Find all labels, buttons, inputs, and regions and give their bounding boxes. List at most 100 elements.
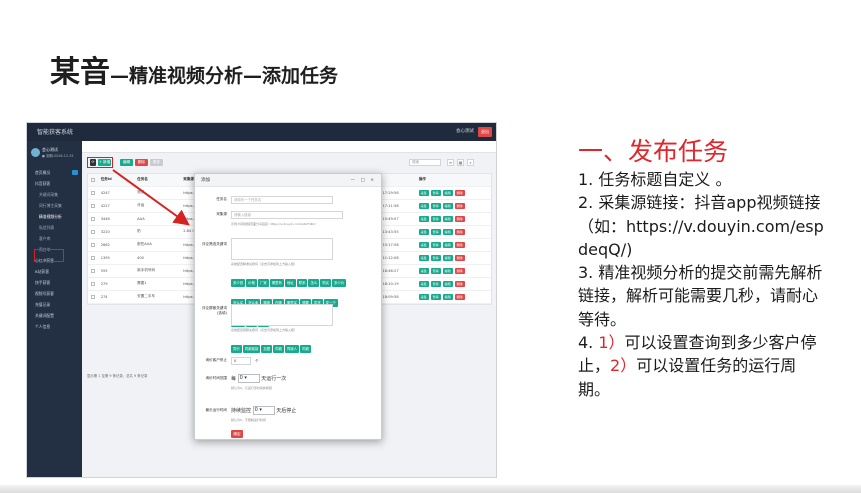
column-header[interactable]: 操作 (415, 174, 491, 187)
sidebar-item-10[interactable]: 快手获客 (27, 277, 82, 288)
row-action-button[interactable]: 暂停 (430, 254, 441, 261)
sidebar-item-2[interactable]: 关键词采集 (27, 189, 82, 200)
modal-window-controls[interactable]: — □ × (351, 174, 376, 187)
column-header[interactable]: 任务id (97, 174, 135, 187)
column-header[interactable]: 任务名 (134, 174, 181, 187)
sidebar-item-4[interactable]: 精准视频分析 (27, 211, 82, 222)
list-icon[interactable]: ≡ (447, 159, 454, 166)
row-action-button[interactable]: 暂停 (430, 189, 441, 196)
row-checkbox[interactable] (88, 225, 98, 239)
row-checkbox[interactable] (88, 238, 98, 252)
row-action-button[interactable]: 暂停 (430, 280, 441, 287)
sidebar-item-6[interactable]: 客户库 (27, 233, 82, 244)
row-action-button[interactable]: 编辑 (442, 293, 453, 300)
row-action-button[interactable]: 编辑 (442, 228, 453, 235)
row-action-button[interactable]: 编辑 (442, 254, 453, 261)
delete-button[interactable]: 删除 (135, 159, 148, 166)
sidebar-item-9[interactable]: B站获客 (27, 266, 82, 277)
keyword-chip[interactable]: 哪里有 (269, 279, 284, 287)
row-checkbox[interactable] (88, 251, 98, 265)
keyword-chip[interactable]: 怎么 (308, 279, 320, 287)
row-action-button[interactable]: 暂停 (430, 293, 441, 300)
refresh-button[interactable]: ⟳ (90, 159, 96, 166)
row-action-button[interactable]: 采集 (418, 267, 429, 274)
search-icon[interactable]: ⌕ (467, 159, 474, 166)
keyword-chip[interactable]: 地址 (284, 279, 296, 287)
row-action-button[interactable]: 采集 (418, 293, 429, 300)
keyword-chip[interactable]: 价格 (246, 279, 257, 287)
row-action-button[interactable]: 采集 (418, 202, 429, 209)
more-button[interactable]: 更多 (150, 159, 163, 166)
row-action-button[interactable]: 编辑 (442, 241, 453, 248)
row-action-button[interactable]: 采集 (418, 254, 429, 261)
keyword-chip[interactable]: 厂家 (257, 279, 269, 287)
row-action-button[interactable]: 编辑 (442, 280, 453, 287)
row-action-button[interactable]: 删除 (454, 202, 465, 209)
exclude-kw-textarea[interactable] (231, 304, 333, 326)
keyword-chip[interactable]: 同款链接 (242, 345, 261, 353)
cycle-select[interactable]: 0 ▾ (237, 374, 260, 383)
row-action-button[interactable]: 暂停 (430, 215, 441, 222)
top-user-name[interactable]: 会心测试 (456, 128, 474, 134)
exit-button[interactable]: 退出 (478, 127, 492, 137)
row-checkbox[interactable] (88, 199, 98, 213)
sidebar-item-0[interactable]: 首页概况 (27, 167, 82, 178)
comment-kw-textarea[interactable] (231, 238, 333, 260)
row-action-button[interactable]: 删除 (454, 254, 465, 261)
row-action-button[interactable]: 编辑 (442, 267, 453, 274)
row-action-button[interactable]: 编辑 (442, 202, 453, 209)
row-checkbox[interactable] (88, 290, 98, 304)
keyword-chip[interactable]: 联系 (296, 279, 308, 287)
row-action-button[interactable]: 采集 (418, 215, 429, 222)
keyword-chip[interactable]: 购买 (320, 279, 332, 287)
select-all-checkbox[interactable] (88, 174, 98, 187)
keyword-chip[interactable]: 同行 (231, 345, 242, 353)
source-input[interactable]: 请输入链接 (231, 211, 343, 219)
row-action-button[interactable]: 删除 (454, 215, 465, 222)
sidebar-item-13[interactable]: 关键词配置 (27, 310, 82, 321)
add-button[interactable]: + 新增 (98, 159, 111, 166)
sidebar-item-12[interactable]: 充值记录 (27, 299, 82, 310)
row-action-button[interactable]: 暂停 (430, 228, 441, 235)
row-action-button[interactable]: 删除 (454, 293, 465, 300)
keyword-chip[interactable]: 多少钱 (231, 279, 246, 287)
row-action-button[interactable]: 采集 (418, 189, 429, 196)
keyword-chip[interactable]: 同城 (300, 345, 311, 353)
row-action-button[interactable]: 暂停 (430, 202, 441, 209)
edit-button[interactable]: 编辑 (120, 159, 133, 166)
row-action-button[interactable]: 暂停 (430, 267, 441, 274)
keyword-chip[interactable]: 加盟 (261, 345, 273, 353)
avatar (31, 148, 40, 157)
search-input[interactable]: 搜索 (409, 159, 441, 166)
row-actions: 采集 暂停 编辑 删除 (415, 186, 491, 200)
row-action-button[interactable]: 采集 (418, 241, 429, 248)
task-name-input[interactable]: 请填写一个任务名 (231, 196, 333, 204)
row-action-button[interactable]: 编辑 (442, 189, 453, 196)
row-checkbox[interactable] (88, 277, 98, 291)
row-action-button[interactable]: 删除 (454, 189, 465, 196)
explanation-panel: 一、发布任务 1. 任务标题自定义 。 2. 采集源链接：抖音app视频链接（如… (578, 137, 828, 401)
row-action-button[interactable]: 暂停 (430, 241, 441, 248)
row-action-button[interactable]: 删除 (454, 241, 465, 248)
row-action-button[interactable]: 编辑 (442, 215, 453, 222)
keyword-chip[interactable]: 同城 (273, 345, 284, 353)
row-checkbox[interactable] (88, 212, 98, 226)
row-action-button[interactable]: 删除 (454, 228, 465, 235)
submit-button[interactable]: 确定 (231, 430, 243, 438)
row-action-button[interactable]: 删除 (454, 267, 465, 274)
stop-input[interactable]: 0 (231, 357, 251, 365)
row-action-button[interactable]: 删除 (454, 280, 465, 287)
keyword-chip[interactable]: 同城人 (284, 345, 300, 353)
keyword-chip[interactable]: 多少价 (332, 279, 347, 287)
sidebar-item-1[interactable]: 抖音获客 (27, 178, 82, 189)
sidebar-item-3[interactable]: 同行博主采集 (27, 200, 82, 211)
columns-icon[interactable]: ▦ (457, 159, 464, 166)
sidebar-item-5[interactable]: 私信列表 (27, 222, 82, 233)
sidebar-item-11[interactable]: 视频号获客 (27, 288, 82, 299)
row-action-button[interactable]: 采集 (418, 280, 429, 287)
row-checkbox[interactable] (88, 186, 98, 200)
row-action-button[interactable]: 采集 (418, 228, 429, 235)
sidebar-item-14[interactable]: 个人信息 (27, 321, 82, 332)
end-select[interactable]: 0 ▾ (252, 406, 275, 415)
row-checkbox[interactable] (88, 264, 98, 278)
